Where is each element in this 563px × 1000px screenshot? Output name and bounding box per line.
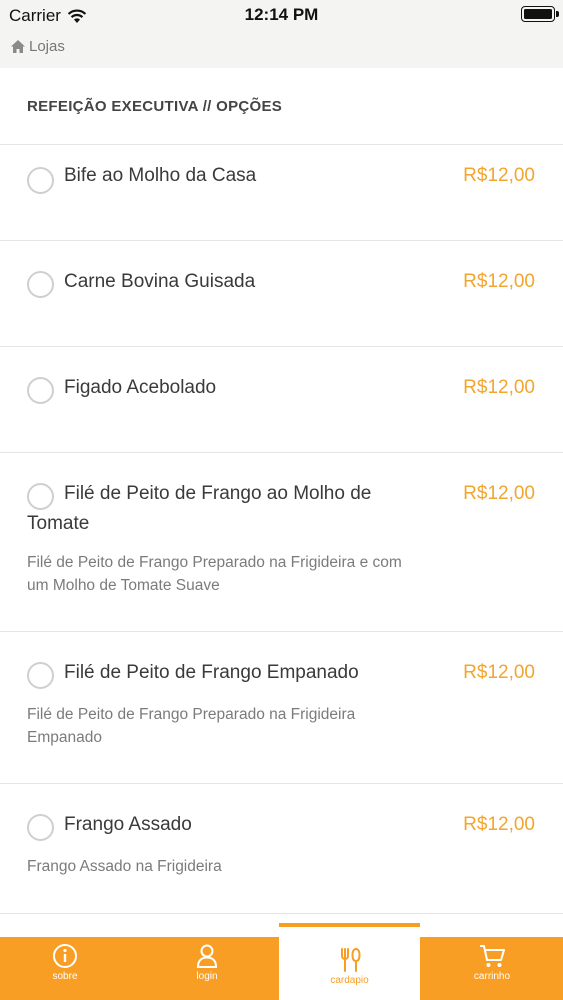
option-item[interactable]: Filé de Peito de Frango Empanado R$12,00… (0, 632, 563, 784)
status-bar: Carrier 12:14 PM (0, 0, 563, 30)
status-time: 12:14 PM (244, 5, 319, 24)
tab-label: cardapio (330, 975, 369, 986)
tab-cardapio[interactable]: cardapio (279, 923, 420, 1000)
nav-bar: Lojas (0, 30, 563, 68)
tab-label: carrinho (473, 971, 511, 982)
option-item[interactable]: Bife ao Molho da Casa R$12,00 (0, 146, 563, 241)
battery-icon (521, 6, 559, 22)
tab-carrinho[interactable]: carrinho (427, 937, 557, 1000)
cutlery-icon (340, 947, 361, 972)
back-label: Lojas (29, 38, 65, 55)
option-item[interactable]: Figado Acebolado R$12,00 (0, 347, 563, 453)
user-icon (196, 944, 218, 968)
option-name: Filé de Peito de Frango Empanado (64, 662, 359, 683)
tab-sobre[interactable]: sobre (0, 937, 130, 1000)
option-item[interactable]: Filé de Peito de Frango ao Molho de Toma… (0, 453, 563, 632)
option-price: R$12,00 (463, 814, 535, 835)
info-icon (53, 944, 77, 968)
section-title: REFEIÇÃO EXECUTIVA // OPÇÕES (27, 98, 283, 115)
option-name: Bife ao Molho da Casa (64, 165, 257, 186)
option-price: R$12,00 (463, 271, 535, 292)
tab-bar: sobre login cardapio carrinho (0, 923, 563, 1000)
option-name: Filé de Peito de Frango ao Molho de Toma… (27, 483, 372, 534)
tab-label: sobre (52, 971, 78, 982)
back-to-lojas-link[interactable]: Lojas (10, 38, 65, 55)
option-item[interactable]: Carne Bovina Guisada R$12,00 (0, 241, 563, 347)
option-description: Filé de Peito de Frango Preparado na Fri… (27, 554, 402, 594)
option-description: Filé de Peito de Frango Preparado na Fri… (27, 706, 356, 746)
option-price: R$12,00 (463, 662, 535, 683)
option-price: R$12,00 (463, 377, 535, 398)
section-header: REFEIÇÃO EXECUTIVA // OPÇÕES (0, 68, 563, 145)
option-description: Frango Assado na Frigideira (27, 858, 222, 875)
home-icon (11, 40, 25, 53)
tab-label: login (196, 971, 218, 982)
option-price: R$12,00 (463, 165, 535, 186)
tab-login[interactable]: login (142, 937, 272, 1000)
option-item[interactable]: Frango Assado R$12,00 Frango Assado na F… (0, 784, 563, 914)
cart-icon (480, 945, 505, 967)
option-name: Carne Bovina Guisada (64, 271, 256, 292)
option-name: Figado Acebolado (64, 377, 217, 398)
option-name: Frango Assado (64, 814, 192, 835)
option-price: R$12,00 (463, 483, 535, 504)
